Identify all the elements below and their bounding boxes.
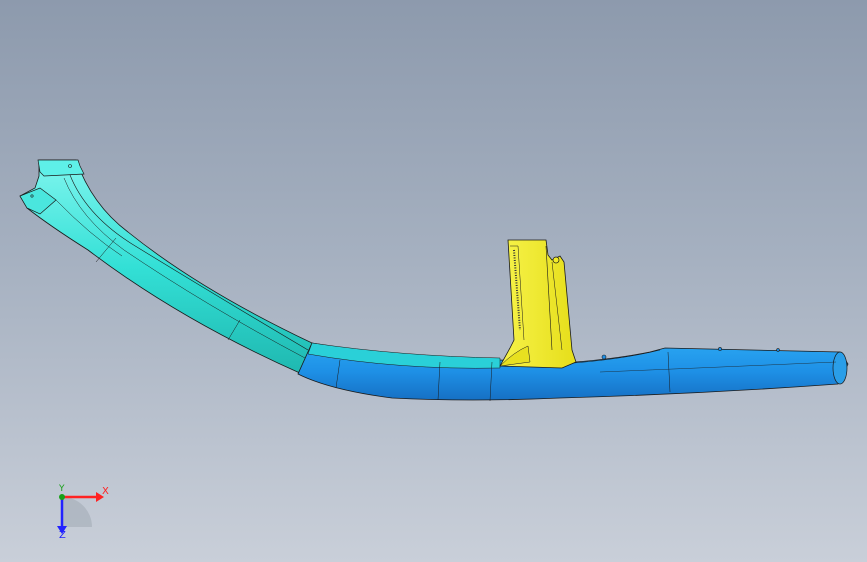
orientation-triad <box>57 492 104 534</box>
y-axis-label: Y <box>59 484 65 494</box>
cad-viewport[interactable]: X Y Z <box>0 0 867 562</box>
x-axis-label: X <box>102 486 109 497</box>
model-canvas[interactable] <box>0 0 867 562</box>
upper-tube[interactable] <box>19 159 313 375</box>
lower-tube[interactable] <box>297 342 849 402</box>
y-axis-marker <box>59 494 65 500</box>
z-axis-label: Z <box>59 530 66 541</box>
bracket[interactable] <box>499 239 577 369</box>
